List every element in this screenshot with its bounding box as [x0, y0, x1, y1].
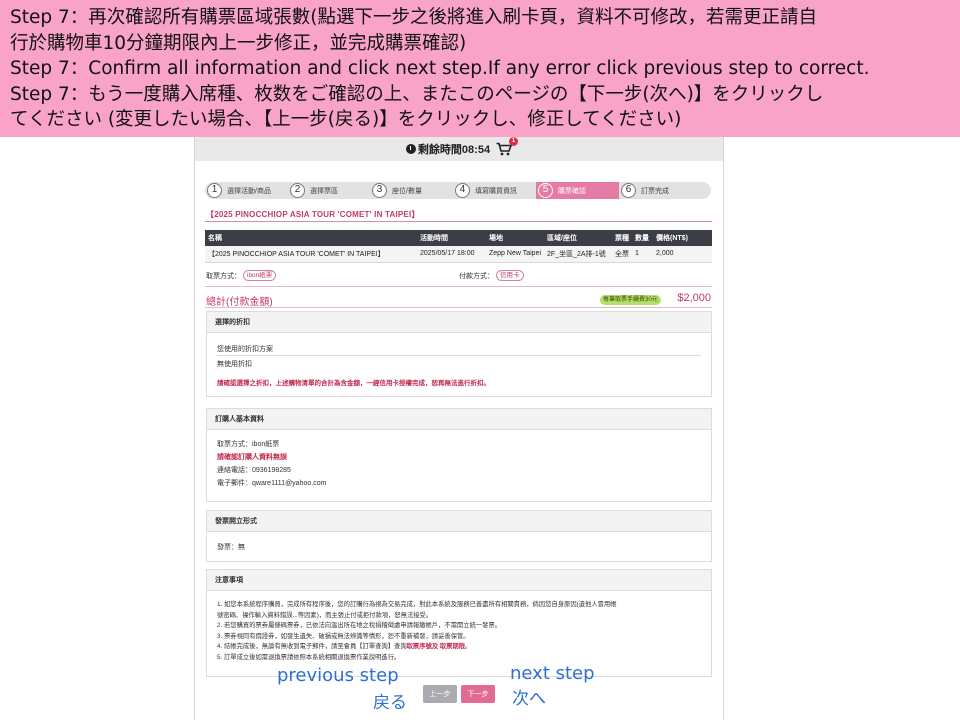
- column-header: 票種: [612, 230, 633, 246]
- step-label: 購票確認: [558, 187, 586, 195]
- instruction-line: Step 7：Confirm all information and click…: [10, 58, 870, 79]
- notes-section: 注意事項 1. 如您本系統程序購買，完成所有程序後，您的訂購行為視為交易完成，對…: [206, 569, 712, 677]
- invoice-section: 發票開立形式 發票：無: [206, 510, 712, 562]
- table-cell: 2,000: [653, 246, 712, 263]
- note-line: 2. 若您購買的票券屬條碼票券，已依法向溫出所在地之稅捐稽徵處申請報繳帳戶，不需…: [217, 622, 502, 629]
- timer-label: 剩餘時間08:54: [417, 144, 491, 156]
- discount-section: 選擇的折扣 您使用的折扣方案 無使用折扣 請確認選擇之折扣，上述購物清單的合計為…: [206, 311, 712, 397]
- step-number: 4: [455, 183, 470, 198]
- screenshot-stage: Step 7：再次確認所有購票區域張數(點選下一步之後將進入刷卡頁，資料不可修改…: [0, 0, 960, 720]
- section-title: 選擇的折扣: [207, 312, 711, 333]
- countdown-timer: 剩餘時間08:54: [405, 141, 491, 157]
- annotation-next-step: next step: [510, 663, 595, 684]
- cart-count-badge: 1: [509, 137, 519, 146]
- step-fill-info: 4 填寫購買資訊: [453, 182, 536, 199]
- instruction-line: Step 7：再次確認所有購票區域張數(點選下一步之後將進入刷卡頁，資料不可修改…: [10, 7, 817, 28]
- step-number: 1: [207, 183, 222, 198]
- section-title: 注意事項: [207, 570, 711, 591]
- step-label: 座位/數量: [392, 187, 422, 195]
- step-select-event: 1 選擇活動/商品: [205, 182, 288, 199]
- column-header: 數量: [632, 230, 654, 246]
- column-header: 活動時間: [417, 230, 486, 246]
- note-line: 1. 如您本系統程序購買，完成所有程序後，您的訂購行為視為交易完成，對此本系統及…: [217, 601, 617, 608]
- discount-plan-label: 您使用的折扣方案: [217, 343, 701, 356]
- step-label: 填寫購買資訊: [475, 187, 517, 195]
- step-number: 3: [372, 183, 387, 198]
- section-body: 取票方式：ibon紙票 請確認訂購人資料無誤 連絡電話：0936198285 電…: [207, 430, 711, 498]
- table-row: 【2025 PINOCCHIOP ASIA TOUR 'COMET' IN TA…: [205, 246, 712, 263]
- buyer-phone: 連絡電話：0936198285: [217, 467, 291, 474]
- section-title: 訂購人基本資料: [207, 409, 711, 430]
- column-header: 區域/座位: [544, 230, 613, 246]
- buyer-info-section: 訂購人基本資料 取票方式：ibon紙票 請確認訂購人資料無誤 連絡電話：0936…: [206, 408, 712, 502]
- progress-steps: 1 選擇活動/商品 2 選擇票區 3 座位/數量 4 填寫購買資訊 5 購票確認…: [205, 182, 711, 199]
- note-highlight: 取票序號及 取票期限: [406, 643, 466, 650]
- step-label: 訂票完成: [641, 187, 669, 195]
- annotation-next-step-ja: 次へ: [512, 689, 546, 709]
- note-line: 5. 訂單成立後如需退換票請依照本系統相關退換票作業說明進行。: [217, 653, 401, 661]
- invoice-value: 發票：無: [217, 544, 245, 551]
- clock-icon: [405, 144, 416, 154]
- table-cell: Zepp New Taipei: [486, 246, 545, 263]
- section-body: 您使用的折扣方案 無使用折扣 請確認選擇之折扣，上述購物清單的合計為含金額，一經…: [207, 333, 711, 398]
- column-header: 場地: [486, 230, 545, 246]
- next-step-button[interactable]: 下一步: [461, 685, 495, 703]
- step-number: 6: [621, 183, 636, 198]
- total-label: 總計(付款金額): [206, 297, 273, 308]
- order-table: 名稱 活動時間 場地 區域/座位 票種 數量 價格(NT$) 【2025 PIN…: [205, 230, 712, 263]
- annotation-previous-step-ja: 戻る: [373, 693, 407, 713]
- payment-method: 付款方式： 信用卡: [459, 270, 524, 281]
- table-header-row: 名稱 活動時間 場地 區域/座位 票種 數量 價格(NT$): [205, 230, 712, 246]
- column-header: 名稱: [205, 230, 417, 246]
- step-number: 2: [290, 183, 305, 198]
- step-select-area: 2 選擇票區: [288, 182, 370, 199]
- discount-plan-value: 無使用折扣: [217, 361, 252, 368]
- instruction-line: 行於購物車10分鐘期限內上一步修正，並完成購票確認): [10, 32, 467, 54]
- timer-bar: 剩餘時間08:54 1: [195, 137, 723, 161]
- step-number: 5: [538, 183, 553, 198]
- total-amount: $2,000: [677, 292, 711, 304]
- column-header: 價格(NT$): [653, 230, 712, 246]
- note-text: 4. 結帳完成後，無論有無收到電子郵件，請至會員【訂單查詢】查詢: [217, 643, 407, 650]
- payment-badge: 信用卡: [496, 270, 524, 281]
- payment-label: 付款方式：: [459, 272, 494, 280]
- buyer-pickup: 取票方式：ibon紙票: [217, 441, 280, 448]
- note-text: 。: [465, 643, 472, 650]
- annotation-previous-step: previous step: [277, 665, 399, 686]
- instruction-line: てください (変更したい場合、【上一步(戻る)】をクリックし、修正してください): [10, 109, 682, 130]
- instruction-banner: Step 7：再次確認所有購票區域張數(點選下一步之後將進入刷卡頁，資料不可修改…: [0, 0, 960, 137]
- note-line: 4. 結帳完成後，無論有無收到電子郵件，請至會員【訂單查詢】查詢取票序號及 取票…: [217, 642, 701, 653]
- step-label: 選擇票區: [310, 187, 338, 195]
- table-cell: 2025/05/17 18:00: [417, 246, 486, 263]
- section-body: 1. 如您本系統程序購買，完成所有程序後，您的訂購行為視為交易完成，對此本系統及…: [207, 591, 711, 671]
- buyer-email: 電子郵件：qware1111@yahoo.com: [217, 480, 327, 487]
- cart-button[interactable]: 1: [496, 137, 519, 156]
- instruction-line: Step 7：もう一度購入席種、枚数をご確認の上、またこのページの【下一步(次へ…: [10, 83, 824, 105]
- step-label: 選擇活動/商品: [227, 187, 271, 195]
- step-seat-quantity: 3 座位/數量: [370, 182, 453, 199]
- event-title: 【2025 PINOCCHIOP ASIA TOUR 'COMET' IN TA…: [206, 210, 420, 219]
- note-line: 3. 票券視同有價證券，如發生遺失、破損或無法辨識等情形，恕不重新補發，請妥善保…: [217, 632, 470, 640]
- pickup-method: 取票方式： ibon紙票: [206, 270, 277, 281]
- section-body: 發票：無: [207, 532, 711, 562]
- ticket-page: 剩餘時間08:54 1 1 選擇活動/商品 2 選擇票區 3 座位/數量 4 填…: [194, 137, 724, 720]
- table-cell: 1: [632, 246, 654, 263]
- section-title: 發票開立形式: [207, 511, 711, 532]
- pickup-badge: ibon紙票: [243, 270, 277, 281]
- divider: [205, 221, 712, 222]
- table-cell: 全票: [612, 246, 633, 263]
- divider: [205, 286, 712, 287]
- table-cell: 2F_坐區_2A排-1號: [544, 246, 613, 263]
- note-line: 號密碼、操作輸入資料錯誤...等因素)，而主張止付或拒付款項，恕無法接受。: [217, 611, 433, 619]
- previous-step-button[interactable]: 上一步: [423, 685, 457, 703]
- table-cell: 【2025 PINOCCHIOP ASIA TOUR 'COMET' IN TA…: [205, 246, 417, 263]
- discount-warning: 請確認選擇之折扣，上述購物清單的合計為含金額，一經信用卡授權完成，恕再無法進行折…: [217, 380, 490, 387]
- divider: [205, 307, 712, 308]
- fee-badge: 每筆取票手續費30元: [600, 295, 661, 305]
- step-complete: 6 訂票完成: [619, 182, 711, 199]
- step-confirm: 5 購票確認: [536, 182, 619, 199]
- buyer-confirm-warning: 請確認訂購人資料無誤: [217, 454, 287, 461]
- pickup-label: 取票方式：: [206, 272, 241, 280]
